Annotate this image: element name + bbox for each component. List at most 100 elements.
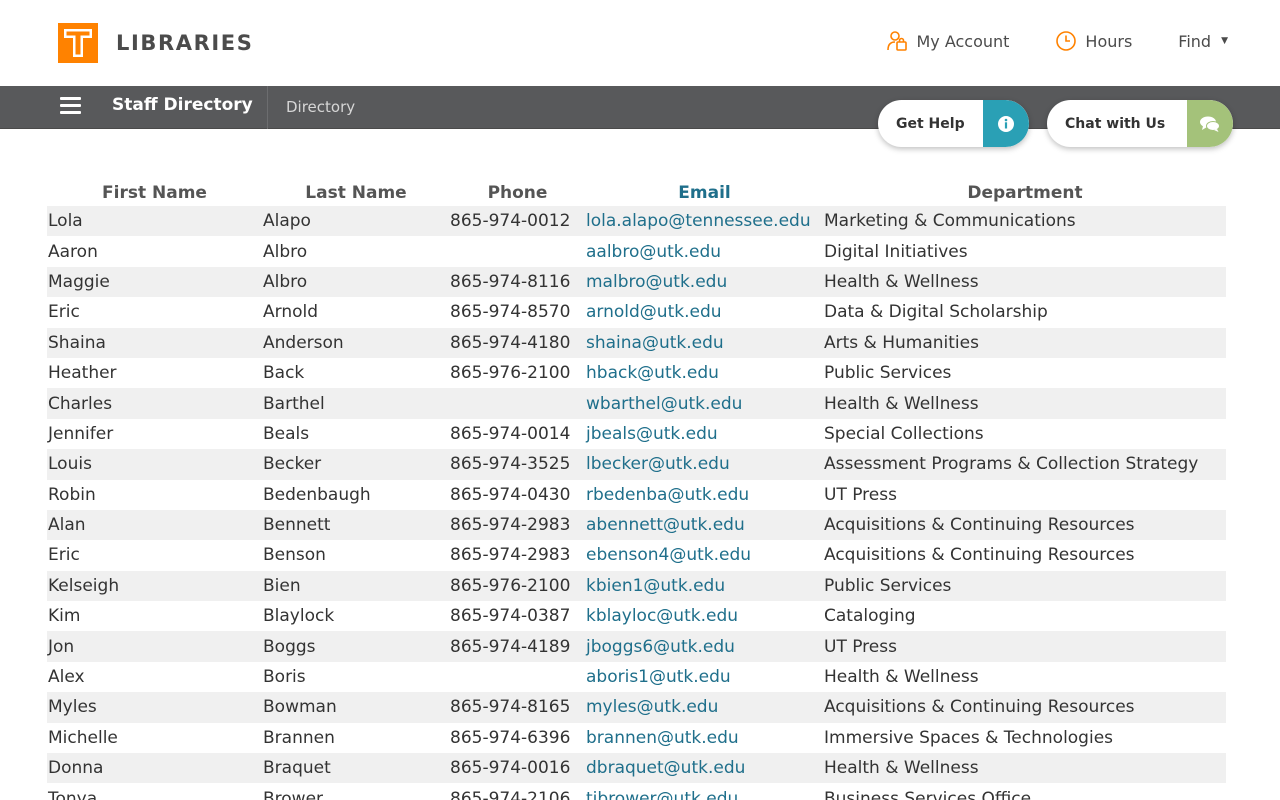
email-link[interactable]: rbedenba@utk.edu bbox=[585, 485, 823, 505]
logo-text: LIBRARIES bbox=[116, 31, 254, 55]
table-row: Jennifer Beals 865-974-0014 jbeals@utk.edu S… bbox=[47, 419, 1226, 449]
department-cell: UT Press bbox=[824, 636, 897, 657]
phone-cell: 865-974-2983 bbox=[450, 515, 571, 536]
table-row: Alan Bennett 865-974-2983 abennett@utk.edu A… bbox=[47, 509, 1226, 541]
header-email[interactable]: Email bbox=[585, 183, 823, 206]
email-link[interactable]: dbraquet@utk.edu bbox=[585, 758, 823, 778]
email-link[interactable]: lola.alapo@tennessee.edu bbox=[585, 211, 823, 231]
email-link[interactable]: ebenson4@utk.edu bbox=[585, 545, 823, 565]
department-cell: Health & Wellness bbox=[824, 758, 979, 779]
clock-icon bbox=[1055, 30, 1077, 52]
phone-cell: 865-974-0014 bbox=[450, 423, 571, 444]
first-name-cell: Eric bbox=[48, 545, 80, 566]
department-cell: Marketing & Communications bbox=[824, 211, 1076, 232]
email-link[interactable]: lbecker@utk.edu bbox=[585, 454, 823, 474]
first-name-cell: Aaron bbox=[48, 241, 98, 262]
department-cell: Cataloging bbox=[824, 606, 916, 627]
first-name-cell: Donna bbox=[48, 758, 104, 779]
email-link[interactable]: abennett@utk.edu bbox=[585, 515, 823, 535]
table-row: Eric Benson 865-974-2983 ebenson4@utk.edu Ac… bbox=[47, 540, 1226, 570]
first-name-cell: Jennifer bbox=[48, 423, 114, 444]
table-row: Shaina Anderson 865-974-4180 shaina@utk.edu… bbox=[47, 327, 1226, 358]
header-department[interactable]: Department bbox=[823, 183, 1226, 206]
email-link[interactable]: arnold@utk.edu bbox=[585, 302, 823, 322]
last-name-cell: Bedenbaugh bbox=[263, 484, 371, 505]
find-menu[interactable]: Find ▼ bbox=[1178, 32, 1228, 51]
my-account-label: My Account bbox=[916, 31, 1010, 51]
email-link[interactable]: kbien1@utk.edu bbox=[585, 576, 823, 596]
staff-directory-table: First Name Last Name Phone Email Departm… bbox=[47, 178, 1226, 800]
last-name-cell: Bien bbox=[263, 575, 301, 596]
last-name-cell: Blaylock bbox=[263, 606, 335, 627]
table-row: Myles Bowman 865-974-8165 myles@utk.edu Acqu… bbox=[47, 692, 1226, 723]
table-row: Charles Barthel wbarthel@utk.edu Health & W… bbox=[47, 388, 1226, 419]
email-link[interactable]: kblayloc@utk.edu bbox=[585, 606, 823, 626]
last-name-cell: Albro bbox=[263, 271, 308, 292]
first-name-cell: Tonya bbox=[48, 788, 98, 800]
email-link[interactable]: wbarthel@utk.edu bbox=[585, 394, 823, 414]
first-name-cell: Kim bbox=[48, 606, 81, 627]
last-name-cell: Brannen bbox=[263, 727, 335, 748]
caret-down-icon: ▼ bbox=[1221, 36, 1228, 46]
email-link[interactable]: hback@utk.edu bbox=[585, 363, 823, 383]
first-name-cell: Kelseigh bbox=[48, 575, 120, 596]
my-account-link[interactable]: My Account bbox=[886, 30, 1009, 52]
breadcrumb[interactable]: Directory bbox=[286, 98, 355, 116]
last-name-cell: Brower bbox=[263, 788, 324, 800]
table-header: First Name Last Name Phone Email Departm… bbox=[47, 178, 1226, 206]
last-name-cell: Arnold bbox=[263, 302, 319, 323]
email-link[interactable]: shaina@utk.edu bbox=[585, 333, 823, 353]
get-help-label: Get Help bbox=[896, 115, 965, 132]
table-row: Kelseigh Bien 865-976-2100 kbien1@utk.edu Pu… bbox=[47, 570, 1226, 602]
first-name-cell: Shaina bbox=[48, 332, 106, 353]
email-link[interactable]: aalbro@utk.edu bbox=[585, 242, 823, 262]
first-name-cell: Heather bbox=[48, 363, 117, 384]
department-cell: UT Press bbox=[824, 484, 897, 505]
email-link[interactable]: jboggs6@utk.edu bbox=[585, 637, 823, 657]
email-link[interactable]: myles@utk.edu bbox=[585, 697, 823, 717]
phone-cell: 865-974-0016 bbox=[450, 758, 571, 779]
header-last-name[interactable]: Last Name bbox=[262, 183, 449, 206]
header-first-name[interactable]: First Name bbox=[47, 183, 262, 206]
bar-divider bbox=[267, 86, 268, 129]
department-cell: Health & Wellness bbox=[824, 393, 979, 414]
header-phone[interactable]: Phone bbox=[449, 183, 585, 206]
department-cell: Public Services bbox=[824, 363, 952, 384]
department-cell: Health & Wellness bbox=[824, 271, 979, 292]
table-row: Tonya Brower 865-974-2106 tjbrower@utk.edu B… bbox=[47, 783, 1226, 800]
last-name-cell: Anderson bbox=[263, 332, 344, 353]
find-label: Find bbox=[1178, 31, 1212, 51]
table-row: Donna Braquet 865-974-0016 dbraquet@utk.edu… bbox=[47, 753, 1226, 784]
phone-cell: 865-974-3525 bbox=[450, 454, 571, 475]
email-link[interactable]: aboris1@utk.edu bbox=[585, 667, 823, 687]
first-name-cell: Michelle bbox=[48, 727, 118, 748]
email-link[interactable]: jbeals@utk.edu bbox=[585, 424, 823, 444]
email-link[interactable]: brannen@utk.edu bbox=[585, 728, 823, 748]
phone-cell: 865-974-2983 bbox=[450, 545, 571, 566]
email-link[interactable]: tjbrower@utk.edu bbox=[585, 789, 823, 800]
department-cell: Arts & Humanities bbox=[824, 332, 979, 353]
libraries-logo[interactable]: LIBRARIES bbox=[58, 23, 253, 63]
chat-with-us-button[interactable]: Chat with Us bbox=[1047, 100, 1233, 147]
last-name-cell: Braquet bbox=[263, 758, 331, 779]
section-title[interactable]: Staff Directory bbox=[112, 95, 253, 115]
last-name-cell: Benson bbox=[263, 545, 326, 566]
department-cell: Health & Wellness bbox=[824, 667, 979, 688]
table-row: Michelle Brannen 865-974-6396 brannen@utk.e… bbox=[47, 723, 1226, 753]
phone-cell: 865-974-0430 bbox=[450, 484, 571, 505]
get-help-button[interactable]: Get Help bbox=[878, 100, 1029, 147]
first-name-cell: Lola bbox=[48, 211, 83, 232]
table-row: Aaron Albro aalbro@utk.edu Digital Initiati… bbox=[47, 236, 1226, 266]
hours-link[interactable]: Hours bbox=[1055, 30, 1132, 52]
email-link[interactable]: malbro@utk.edu bbox=[585, 272, 823, 292]
first-name-cell: Myles bbox=[48, 697, 97, 718]
phone-cell: 865-974-8116 bbox=[450, 271, 571, 292]
hamburger-menu-icon[interactable] bbox=[60, 97, 81, 115]
phone-cell: 865-974-0012 bbox=[450, 211, 571, 232]
department-cell: Acquisitions & Continuing Resources bbox=[824, 545, 1135, 566]
department-cell: Data & Digital Scholarship bbox=[824, 302, 1048, 323]
table-row: Maggie Albro 865-974-8116 malbro@utk.edu Hea… bbox=[47, 266, 1226, 298]
phone-cell: 865-976-2100 bbox=[450, 363, 571, 384]
first-name-cell: Jon bbox=[48, 636, 75, 657]
last-name-cell: Bennett bbox=[263, 515, 331, 536]
